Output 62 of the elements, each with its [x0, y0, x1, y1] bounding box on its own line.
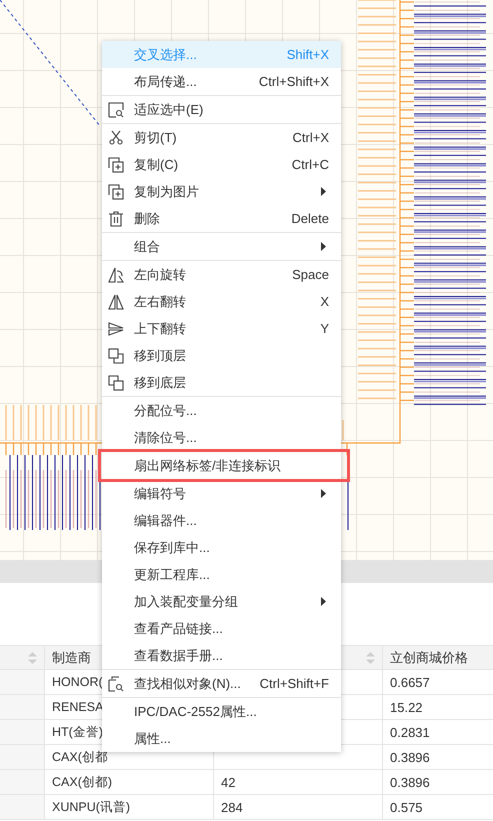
- bring-to-front-icon: [108, 348, 124, 364]
- menu-item[interactable]: 左向旋转 Space: [102, 261, 341, 288]
- menu-item[interactable]: 更新工程库...: [102, 561, 341, 588]
- table-cell: 15.22: [390, 700, 423, 714]
- menu-item[interactable]: 移到底层: [102, 369, 341, 396]
- flip-vertical-icon: [108, 320, 124, 336]
- menu-item[interactable]: 上下翻转 Y: [102, 315, 341, 342]
- menu-item[interactable]: 左右翻转 X: [102, 288, 341, 315]
- scissors-icon: [108, 130, 124, 146]
- copy-icon: [108, 184, 124, 200]
- menu-item[interactable]: 剪切(T) Ctrl+X: [102, 124, 341, 151]
- flip-horizontal-icon: [108, 294, 124, 310]
- menu-item[interactable]: 清除位号...: [102, 424, 341, 451]
- menu-item[interactable]: 分配位号...: [102, 397, 341, 424]
- table-cell: 0.6657: [390, 674, 430, 690]
- column-header[interactable]: 制造商: [52, 648, 91, 666]
- menu-item[interactable]: 删除 Delete: [102, 205, 341, 232]
- submenu-arrow-icon: [321, 242, 326, 251]
- menu-item[interactable]: 组合: [102, 233, 341, 260]
- menu-item[interactable]: IPC/DAC-2552属性...: [102, 698, 341, 725]
- row-header-cell[interactable]: [0, 720, 45, 744]
- menu-item[interactable]: 编辑符号: [102, 480, 341, 507]
- table-cell: XUNPU(讯普): [52, 798, 130, 816]
- menu-item[interactable]: 保存到库中...: [102, 534, 341, 561]
- row-header-cell[interactable]: [0, 670, 45, 694]
- menu-item[interactable]: 布局传递... Ctrl+Shift+X: [102, 68, 341, 95]
- menu-item[interactable]: 适应选中(E): [102, 96, 341, 123]
- copy-icon: [108, 156, 124, 172]
- trash-icon: [108, 210, 124, 226]
- submenu-arrow-icon: [321, 597, 326, 606]
- column-header[interactable]: 立创商城价格: [390, 648, 468, 666]
- table-cell: CAX(创都): [52, 774, 112, 790]
- submenu-arrow-icon: [321, 187, 326, 196]
- table-cell: 0.3896: [390, 750, 430, 764]
- table-cell: 42: [221, 774, 236, 790]
- menu-item[interactable]: 移到顶层: [102, 342, 341, 369]
- menu-item[interactable]: 复制(C) Ctrl+C: [102, 151, 341, 178]
- find-similar-icon: [108, 676, 124, 692]
- menu-item[interactable]: 查找相似对象(N)... Ctrl+Shift+F: [102, 670, 341, 697]
- sort-icon[interactable]: [28, 652, 37, 664]
- menu-item[interactable]: 查看数据手册...: [102, 642, 341, 669]
- rotate-icon: [108, 266, 124, 282]
- table-cell: 0.2831: [390, 724, 430, 740]
- menu-item[interactable]: 查看产品链接...: [102, 615, 341, 642]
- table-cell: RENESA: [52, 700, 104, 714]
- sort-icon[interactable]: [366, 652, 375, 664]
- submenu-arrow-icon: [321, 489, 326, 498]
- row-header-cell[interactable]: [0, 695, 45, 719]
- send-to-back-icon: [108, 374, 124, 390]
- table-cell: 0.3896: [390, 774, 430, 790]
- menu-item[interactable]: 复制为图片: [102, 178, 341, 205]
- row-header-cell[interactable]: [0, 795, 45, 819]
- table-cell: 284: [221, 800, 243, 814]
- table-cell: HT(金誉): [52, 724, 103, 740]
- table-cell: HONOR(: [52, 675, 103, 689]
- zoom-fit-icon: [108, 102, 124, 118]
- table-cell: 0.575: [390, 800, 423, 814]
- row-header-cell[interactable]: [0, 770, 45, 794]
- menu-item[interactable]: 加入装配变量分组: [102, 588, 341, 615]
- row-header-cell[interactable]: [0, 745, 45, 769]
- menu-item[interactable]: 扇出网络标签/非连接标识: [102, 452, 341, 479]
- menu-item[interactable]: 编辑器件...: [102, 507, 341, 534]
